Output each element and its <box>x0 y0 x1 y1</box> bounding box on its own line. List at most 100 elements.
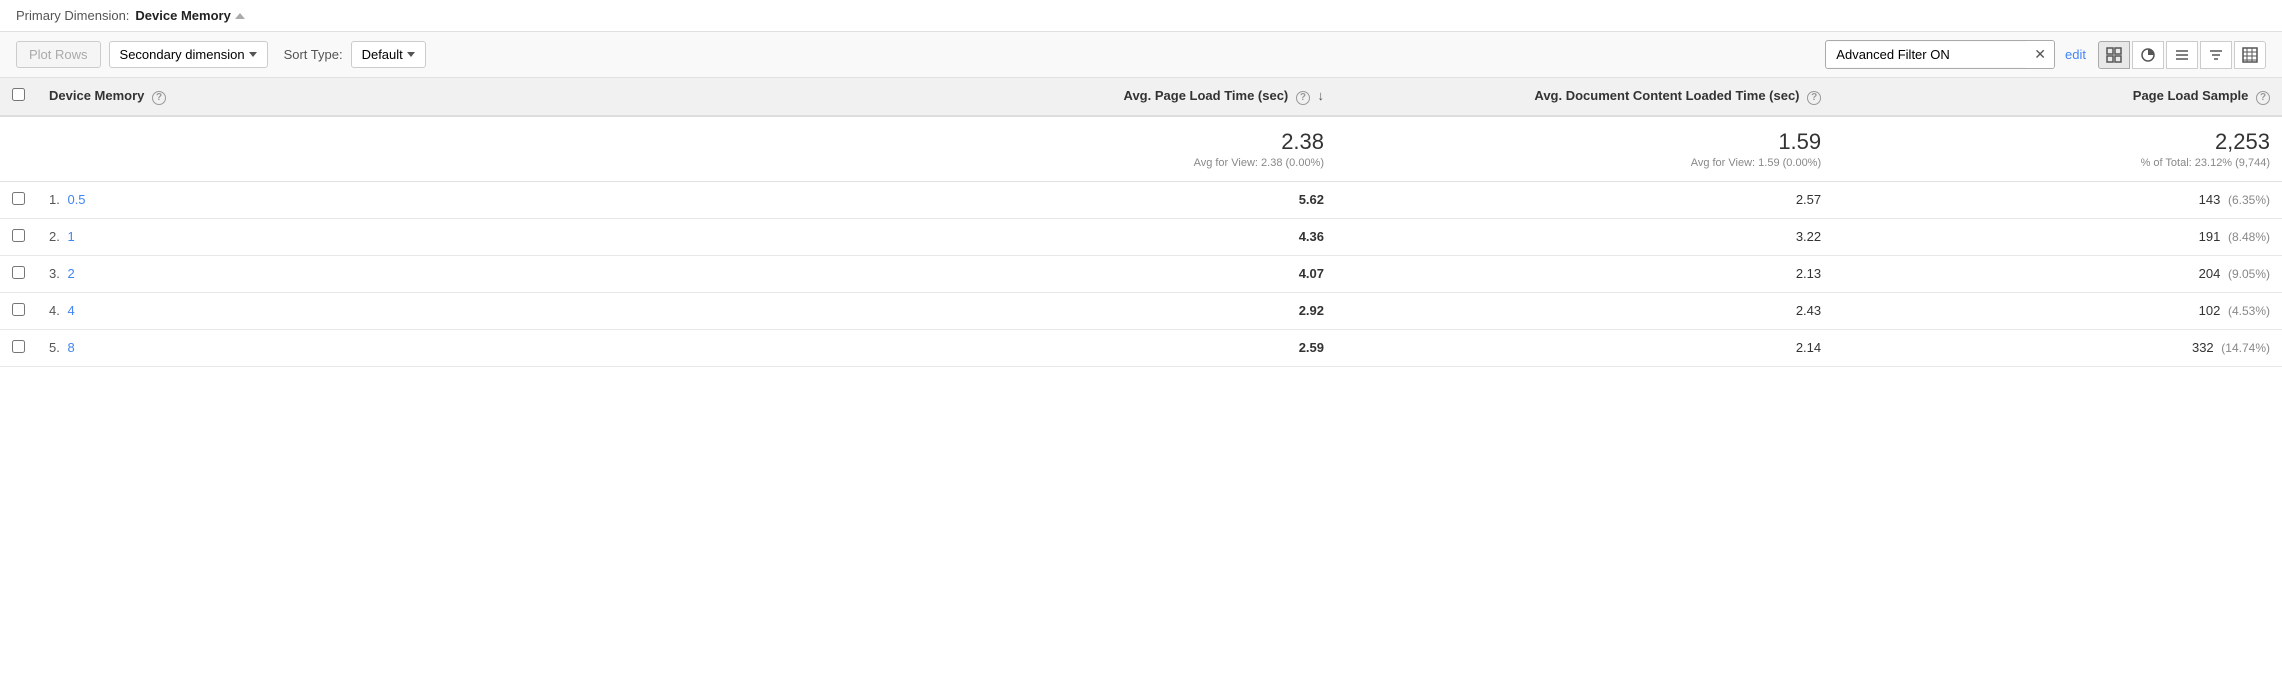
header-sample: Page Load Sample ? <box>1833 78 2282 116</box>
summary-checkbox-cell <box>0 116 37 182</box>
row-avg-doc-cell: 2.43 <box>1336 292 1833 329</box>
summary-sample-value: 2,253 <box>1845 129 2270 155</box>
summary-avg-load-value: 2.38 <box>898 129 1324 155</box>
row-checkbox[interactable] <box>12 340 25 353</box>
sample-pct: (8.48%) <box>2228 230 2270 244</box>
row-device-cell: 3. 2 <box>37 255 886 292</box>
secondary-dimension-dropdown[interactable]: Secondary dimension <box>109 41 268 68</box>
advanced-filter-input[interactable] <box>1826 42 2026 67</box>
toolbar-right: ✕ edit <box>1825 40 2266 69</box>
row-avg-load-cell: 5.62 <box>886 181 1336 218</box>
row-avg-load-cell: 4.07 <box>886 255 1336 292</box>
secondary-dimension-label: Secondary dimension <box>120 47 245 62</box>
row-checkbox-cell <box>0 181 37 218</box>
sample-count: 143 <box>2199 192 2221 207</box>
row-avg-doc-cell: 2.14 <box>1336 329 1833 366</box>
header-device: Device Memory ? <box>37 78 886 116</box>
sample-pct: (6.35%) <box>2228 193 2270 207</box>
row-avg-doc-cell: 2.57 <box>1336 181 1833 218</box>
row-number: 1. <box>49 192 60 207</box>
avg-load-column-label: Avg. Page Load Time (sec) <box>1124 88 1289 103</box>
row-device-cell: 5. 8 <box>37 329 886 366</box>
sample-count: 204 <box>2199 266 2221 281</box>
sample-pct: (14.74%) <box>2221 341 2270 355</box>
dimension-link[interactable]: 8 <box>67 340 74 355</box>
table-view-button[interactable] <box>2234 41 2266 69</box>
header-avg-doc: Avg. Document Content Loaded Time (sec) … <box>1336 78 1833 116</box>
view-icons <box>2098 41 2266 69</box>
summary-avg-doc-value: 1.59 <box>1348 129 1821 155</box>
row-avg-load-cell: 4.36 <box>886 218 1336 255</box>
dimension-link[interactable]: 4 <box>67 303 74 318</box>
row-checkbox-cell <box>0 255 37 292</box>
avg-doc-help-icon[interactable]: ? <box>1807 91 1821 105</box>
list-view-button[interactable] <box>2166 41 2198 69</box>
row-checkbox[interactable] <box>12 303 25 316</box>
select-all-checkbox[interactable] <box>12 88 25 101</box>
device-column-label: Device Memory <box>49 88 144 103</box>
primary-dimension-value: Device Memory <box>135 8 230 23</box>
row-number: 5. <box>49 340 60 355</box>
sort-arrow-icon: ↓ <box>1318 88 1325 103</box>
filter-clear-button[interactable]: ✕ <box>2026 41 2054 68</box>
row-checkbox-cell <box>0 292 37 329</box>
header-row: Device Memory ? Avg. Page Load Time (sec… <box>0 78 2282 116</box>
row-avg-load-cell: 2.92 <box>886 292 1336 329</box>
row-number: 3. <box>49 266 60 281</box>
chevron-down-icon-sort <box>407 52 415 57</box>
sort-type-label: Sort Type: <box>284 47 343 62</box>
table-icon <box>2242 47 2258 63</box>
device-help-icon[interactable]: ? <box>152 91 166 105</box>
sample-pct: (9.05%) <box>2228 267 2270 281</box>
row-device-cell: 1. 0.5 <box>37 181 886 218</box>
grid-view-button[interactable] <box>2098 41 2130 69</box>
row-checkbox[interactable] <box>12 266 25 279</box>
summary-avg-doc-sub: Avg for View: 1.59 (0.00%) <box>1348 157 1821 169</box>
row-sample-cell: 191 (8.48%) <box>1833 218 2282 255</box>
dimension-link[interactable]: 2 <box>67 266 74 281</box>
table-row: 4. 4 2.92 2.43 102 (4.53%) <box>0 292 2282 329</box>
data-table: Device Memory ? Avg. Page Load Time (sec… <box>0 78 2282 367</box>
row-sample-cell: 102 (4.53%) <box>1833 292 2282 329</box>
summary-sample-cell: 2,253 % of Total: 23.12% (9,744) <box>1833 116 2282 182</box>
summary-avg-doc-cell: 1.59 Avg for View: 1.59 (0.00%) <box>1336 116 1833 182</box>
grid-icon <box>2106 47 2122 63</box>
edit-link[interactable]: edit <box>2065 47 2086 62</box>
row-avg-doc-cell: 3.22 <box>1336 218 1833 255</box>
chevron-down-icon <box>249 52 257 57</box>
row-checkbox[interactable] <box>12 192 25 205</box>
avg-load-help-icon[interactable]: ? <box>1296 91 1310 105</box>
summary-avg-load-sub: Avg for View: 2.38 (0.00%) <box>898 157 1324 169</box>
row-checkbox[interactable] <box>12 229 25 242</box>
filter-input-wrap: ✕ <box>1825 40 2055 69</box>
dimension-link[interactable]: 1 <box>67 229 74 244</box>
list-icon <box>2174 47 2190 63</box>
row-device-cell: 2. 1 <box>37 218 886 255</box>
row-device-cell: 4. 4 <box>37 292 886 329</box>
table-body: 2.38 Avg for View: 2.38 (0.00%) 1.59 Avg… <box>0 116 2282 367</box>
sample-pct: (4.53%) <box>2228 304 2270 318</box>
sample-count: 332 <box>2192 340 2214 355</box>
sample-count: 191 <box>2199 229 2221 244</box>
primary-dimension-label: Primary Dimension: <box>16 8 129 23</box>
sort-default-dropdown[interactable]: Default <box>351 41 426 68</box>
toolbar: Plot Rows Secondary dimension Sort Type:… <box>0 32 2282 78</box>
sample-column-label: Page Load Sample <box>2133 88 2249 103</box>
sample-count: 102 <box>2199 303 2221 318</box>
table-row: 1. 0.5 5.62 2.57 143 (6.35%) <box>0 181 2282 218</box>
header-checkbox-col <box>0 78 37 116</box>
caret-up-icon <box>235 13 245 19</box>
dimension-link[interactable]: 0.5 <box>67 192 85 207</box>
row-number: 2. <box>49 229 60 244</box>
sample-help-icon[interactable]: ? <box>2256 91 2270 105</box>
row-avg-doc-cell: 2.13 <box>1336 255 1833 292</box>
summary-sample-sub: % of Total: 23.12% (9,744) <box>1845 157 2270 169</box>
funnel-view-button[interactable] <box>2200 41 2232 69</box>
row-sample-cell: 204 (9.05%) <box>1833 255 2282 292</box>
row-sample-cell: 332 (14.74%) <box>1833 329 2282 366</box>
row-number: 4. <box>49 303 60 318</box>
row-avg-load-cell: 2.59 <box>886 329 1336 366</box>
pie-view-button[interactable] <box>2132 41 2164 69</box>
plot-rows-button[interactable]: Plot Rows <box>16 41 101 68</box>
row-checkbox-cell <box>0 329 37 366</box>
